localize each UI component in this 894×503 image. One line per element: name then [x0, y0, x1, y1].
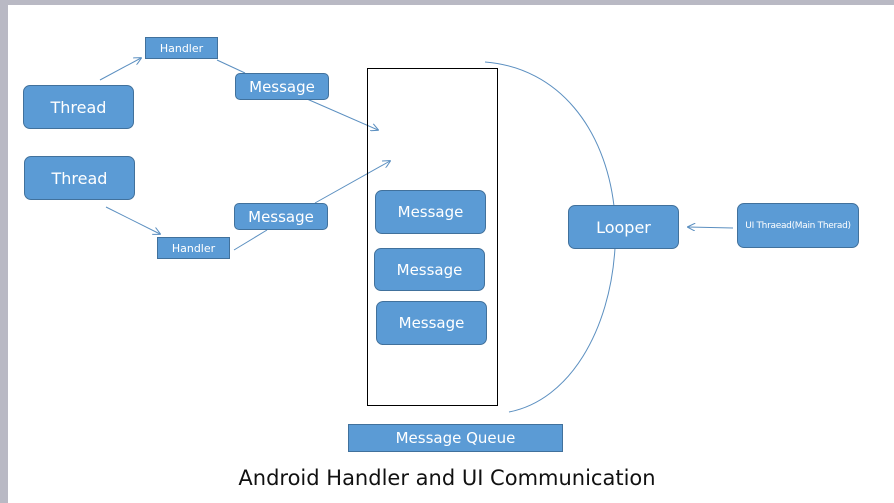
looper-node-label: Looper	[596, 217, 651, 237]
thread-node-2-label: Thread	[51, 168, 108, 188]
incoming-message-1-label: Message	[249, 77, 315, 96]
ui-thread-node: UI Thraead(Main Therad)	[737, 203, 859, 248]
handler-node-2: Handler	[157, 237, 230, 259]
thread-node-1: Thread	[23, 85, 134, 129]
message-queue-label: Message Queue	[348, 424, 563, 452]
thread-node-1-label: Thread	[50, 97, 107, 117]
diagram-title: Android Handler and UI Communication	[238, 466, 656, 490]
queued-message-1: Message	[375, 190, 486, 234]
queued-message-2: Message	[374, 248, 485, 291]
thread-node-2: Thread	[24, 156, 135, 200]
queued-message-3-label: Message	[398, 314, 465, 332]
handler-node-1: Handler	[145, 37, 218, 59]
handler-node-2-label: Handler	[171, 241, 216, 255]
queued-message-1-label: Message	[397, 203, 464, 221]
message-queue-label-text: Message Queue	[395, 429, 516, 447]
incoming-message-2-label: Message	[248, 207, 314, 226]
incoming-message-1: Message	[235, 73, 329, 100]
handler-node-1-label: Handler	[159, 41, 204, 55]
looper-node: Looper	[568, 205, 679, 249]
incoming-message-2: Message	[234, 203, 328, 230]
message-queue-container	[367, 68, 498, 406]
ui-thread-node-label: UI Thraead(Main Therad)	[745, 220, 851, 231]
queued-message-3: Message	[376, 301, 487, 345]
queued-message-2-label: Message	[396, 260, 463, 279]
